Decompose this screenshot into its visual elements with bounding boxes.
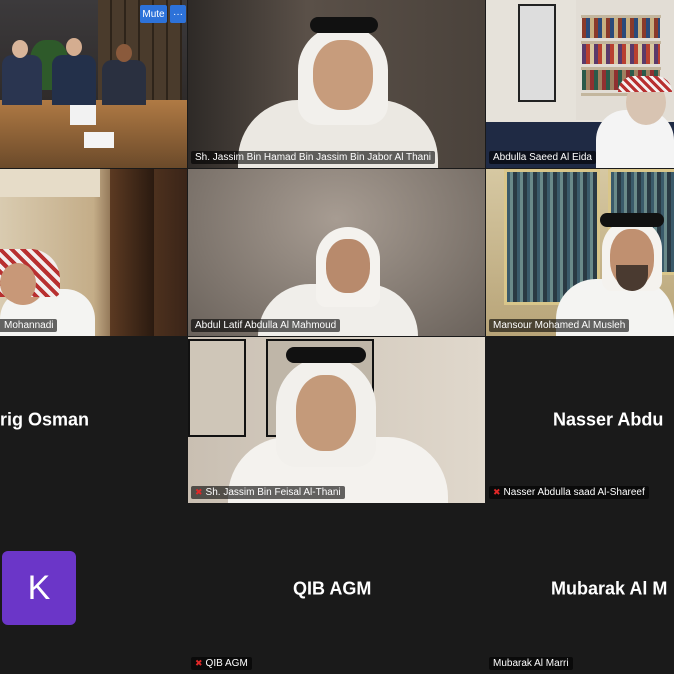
- participant-name-text: QIB AGM: [205, 658, 248, 669]
- participant-name-text: Nasser Abdulla saad Al-Shareef: [503, 487, 645, 498]
- participant-big-name: Nasser Abdu: [553, 409, 664, 430]
- participant-tile-mansour[interactable]: Mansour Mohamed Al Musleh: [486, 169, 674, 336]
- participant-tile-conference-room[interactable]: [0, 0, 187, 168]
- participant-name-label: Mansour Mohamed Al Musleh: [489, 319, 630, 332]
- participant-name-text: Sh. Jassim Bin Hamad Bin Jassim Bin Jabo…: [195, 152, 432, 163]
- gallery-view: Mute ··· Sh. Jassim Bin Hamad Bin Jassim…: [0, 0, 674, 674]
- participant-name-label: ✖ QIB AGM: [191, 657, 252, 670]
- participant-tile-abdul-latif[interactable]: Abdul Latif Abdulla Al Mahmoud: [188, 169, 485, 336]
- participant-tile-jassim-bin-feisal[interactable]: ✖ Sh. Jassim Bin Feisal Al-Thani: [188, 337, 485, 503]
- participant-big-name: QIB AGM: [293, 578, 372, 599]
- participant-tile-mubarak[interactable]: Mubarak Al M Mubarak Al Marri: [486, 504, 674, 674]
- participant-name-text: Abdul Latif Abdulla Al Mahmoud: [195, 320, 337, 331]
- mute-button[interactable]: Mute: [140, 5, 167, 23]
- participant-name-label: ✖ Sh. Jassim Bin Feisal Al-Thani: [191, 486, 345, 499]
- mic-muted-icon: ✖: [195, 487, 203, 497]
- participant-name-text: Mansour Mohamed Al Musleh: [493, 320, 626, 331]
- participant-tile-abdulla-saeed[interactable]: Abdulla Saeed Al Eida: [486, 0, 674, 168]
- participant-tile-qib-agm[interactable]: QIB AGM ✖ QIB AGM: [188, 504, 485, 674]
- participant-name-label: Abdulla Saeed Al Eida: [489, 151, 596, 164]
- mic-muted-icon: ✖: [493, 487, 501, 497]
- participant-tile-k[interactable]: K: [0, 504, 187, 674]
- participant-tile-tarig-osman[interactable]: rig Osman: [0, 337, 187, 503]
- participant-tile-jassim-bin-hamad[interactable]: Sh. Jassim Bin Hamad Bin Jassim Bin Jabo…: [188, 0, 485, 168]
- participant-name-text: Abdulla Saeed Al Eida: [493, 152, 592, 163]
- participant-name-text: Mubarak Al Marri: [493, 658, 569, 669]
- participant-name-label: ✖ Nasser Abdulla saad Al-Shareef: [489, 486, 649, 499]
- avatar: K: [2, 551, 76, 625]
- participant-name-text: Mohannadi: [4, 320, 54, 331]
- participant-tile-mohannadi[interactable]: Mohannadi: [0, 169, 187, 336]
- participant-big-name: Mubarak Al M: [551, 578, 668, 599]
- participant-big-name: rig Osman: [0, 409, 90, 430]
- participant-tile-nasser-abdulla[interactable]: Nasser Abdu ✖ Nasser Abdulla saad Al-Shar…: [486, 337, 674, 503]
- participant-name-label: Mubarak Al Marri: [489, 657, 573, 670]
- participant-name-text: Sh. Jassim Bin Feisal Al-Thani: [205, 487, 341, 498]
- mic-muted-icon: ✖: [195, 658, 203, 668]
- participant-name-label: Abdul Latif Abdulla Al Mahmoud: [191, 319, 341, 332]
- participant-name-label: Sh. Jassim Bin Hamad Bin Jassim Bin Jabo…: [191, 151, 436, 164]
- more-options-button[interactable]: ···: [170, 5, 186, 23]
- participant-name-label: Mohannadi: [0, 319, 58, 332]
